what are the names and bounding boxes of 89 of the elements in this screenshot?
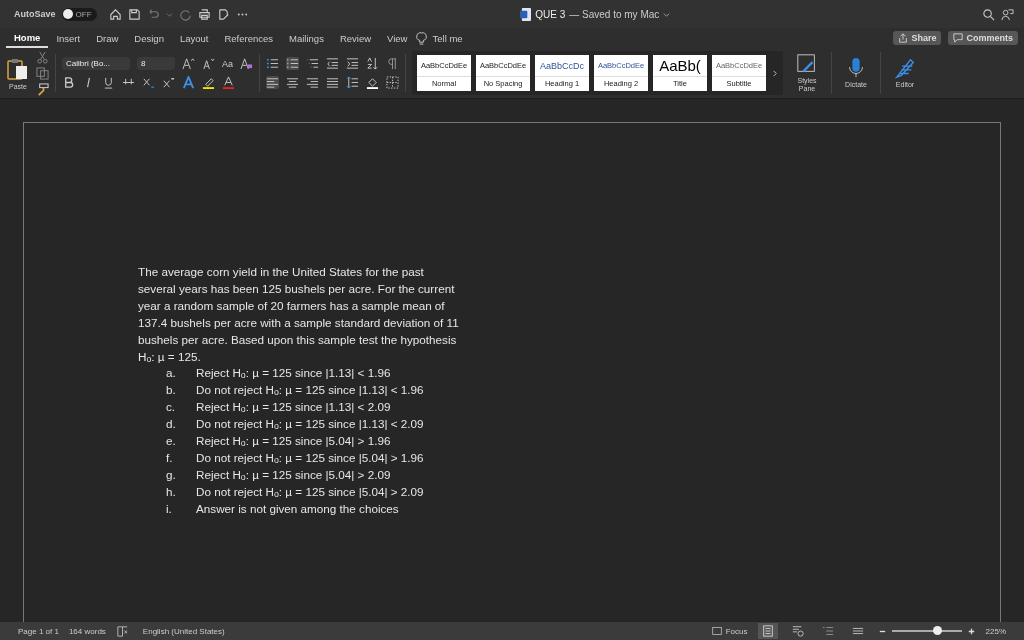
pen-icon — [894, 57, 916, 79]
multilevel-list-icon[interactable] — [306, 57, 319, 70]
superscript-icon[interactable] — [162, 76, 175, 89]
grow-font-icon[interactable] — [182, 57, 195, 70]
document-title: QUE 3 — [535, 8, 566, 20]
comment-icon — [953, 33, 964, 43]
option-letter: b. — [165, 382, 177, 399]
cut-icon[interactable] — [36, 50, 49, 64]
autosave-label: AutoSave — [14, 9, 56, 19]
word-document-icon — [520, 7, 532, 21]
option-letter: h. — [165, 483, 177, 500]
shading-icon[interactable] — [366, 76, 379, 89]
share-button[interactable]: Share — [893, 31, 942, 45]
styles-pane-icon — [796, 53, 818, 75]
align-left-icon[interactable] — [266, 76, 279, 89]
search-icon[interactable] — [982, 7, 995, 21]
share-icon — [898, 33, 909, 43]
ribbon-tab[interactable]: Design — [126, 28, 172, 48]
clipboard-icon — [6, 56, 30, 81]
page-count[interactable]: Page 1 of 1 — [18, 626, 59, 636]
print-layout-icon[interactable] — [757, 623, 778, 639]
word-count[interactable]: 164 words — [68, 626, 106, 636]
option-letter: e. — [165, 433, 177, 450]
option-text: Do not reject H$_{o}$: µ = 125 since |1.13| < 1.96 — [196, 382, 424, 400]
comments-button[interactable]: Comments — [948, 31, 1018, 45]
sort-icon[interactable] — [366, 57, 379, 70]
option-text: Reject H$_{o}$: µ = 125 since |1.13| < 2.09 — [196, 399, 391, 417]
zoom-in-icon[interactable] — [966, 626, 976, 636]
font-size-field[interactable]: 8 — [137, 57, 175, 70]
home-icon[interactable] — [108, 7, 122, 21]
decrease-indent-icon[interactable] — [326, 57, 339, 70]
focus-icon — [711, 626, 722, 636]
lightbulb-icon — [415, 31, 429, 45]
save-icon[interactable] — [127, 7, 141, 21]
font-color-icon[interactable] — [222, 76, 235, 89]
ribbon-tab[interactable]: Draw — [88, 28, 127, 48]
option-text: Reject H$_{o}$: µ = 125 since |5.04| > 2.09 — [196, 466, 391, 484]
text-effects-icon[interactable] — [182, 76, 195, 89]
pilcrow-icon[interactable] — [386, 57, 399, 70]
justify-icon[interactable] — [326, 76, 339, 89]
option-letter: f. — [165, 449, 174, 466]
align-center-icon[interactable] — [286, 76, 299, 89]
ribbon-tab[interactable]: Mailings — [281, 28, 332, 48]
align-right-icon[interactable] — [306, 76, 319, 89]
chevron-right-icon[interactable] — [771, 69, 778, 77]
caret-icon[interactable] — [663, 10, 671, 18]
option-letter: d. — [165, 416, 177, 433]
redo-icon[interactable] — [178, 7, 192, 21]
numbering-icon[interactable] — [286, 57, 299, 70]
increase-indent-icon[interactable] — [346, 57, 359, 70]
highlight-icon[interactable] — [202, 76, 215, 89]
bullets-icon[interactable] — [266, 57, 279, 70]
proofing-icon[interactable] — [115, 624, 129, 638]
language-status[interactable]: English (United States) — [142, 626, 225, 636]
option-text: Reject H$_{o}$: µ = 125 since |5.04| > 1.96 — [196, 433, 391, 450]
option-letter: c. — [165, 399, 177, 416]
option-text: Do not reject H$_{o}$: µ = 125 since |5.04| > 1.96 — [196, 449, 424, 467]
option-letter: i. — [165, 500, 173, 517]
option-text: Do not reject H$_{o}$: µ = 125 since |5.04| > 2.09 — [196, 483, 424, 501]
ribbon-tab[interactable]: References — [216, 28, 282, 48]
copy-icon[interactable] — [36, 66, 49, 80]
format-painter-icon[interactable] — [36, 82, 49, 96]
tell-me-field[interactable]: Tell me — [432, 32, 463, 44]
zoom-percent[interactable]: 225% — [985, 626, 1006, 636]
people-icon[interactable] — [1001, 7, 1014, 21]
autosave-toggle[interactable]: OFF — [61, 7, 97, 21]
clear-formatting-icon[interactable] — [240, 57, 253, 70]
underline-icon[interactable] — [102, 76, 115, 89]
option-letter: a. — [165, 365, 177, 382]
ribbon-tab[interactable]: Layout — [171, 28, 217, 48]
save-status[interactable]: — Saved to my Mac — [569, 8, 660, 20]
font-name-field[interactable]: Calibri (Bo... — [62, 57, 130, 70]
ribbon-tab[interactable]: View — [379, 28, 416, 48]
focus-button[interactable]: Focus — [711, 626, 748, 636]
zoom-slider-thumb[interactable] — [933, 626, 943, 635]
borders-icon[interactable] — [386, 76, 399, 89]
option-text: Do not reject H$_{o}$: µ = 125 since |1.13| < 2.09 — [196, 416, 424, 434]
bold-icon[interactable] — [62, 76, 75, 89]
ribbon-tab[interactable]: Insert — [48, 28, 89, 48]
option-letter: g. — [165, 466, 177, 483]
change-case-button[interactable]: Aa — [222, 58, 233, 69]
print-icon[interactable] — [197, 7, 211, 21]
ribbon-tab[interactable]: Review — [331, 28, 380, 48]
option-text: Answer is not given among the choices — [196, 500, 399, 517]
option-text: Reject H$_{o}$: µ = 125 since |1.13| < 1.96 — [196, 365, 391, 383]
subscript-icon[interactable] — [142, 76, 155, 89]
shrink-font-icon[interactable] — [202, 57, 215, 70]
question-text: The average corn yield in the United States for the past several years has been 125 bushels per acre. For the current year a random sample of 20 farmers has a sample mean of 137.4 bushels per acre with a sample standard deviation of 11 bushels per acre. Based upon this sample test the hypothesis H$_{o}$: µ = 125. — [138, 264, 460, 366]
line-spacing-icon[interactable] — [346, 76, 359, 89]
